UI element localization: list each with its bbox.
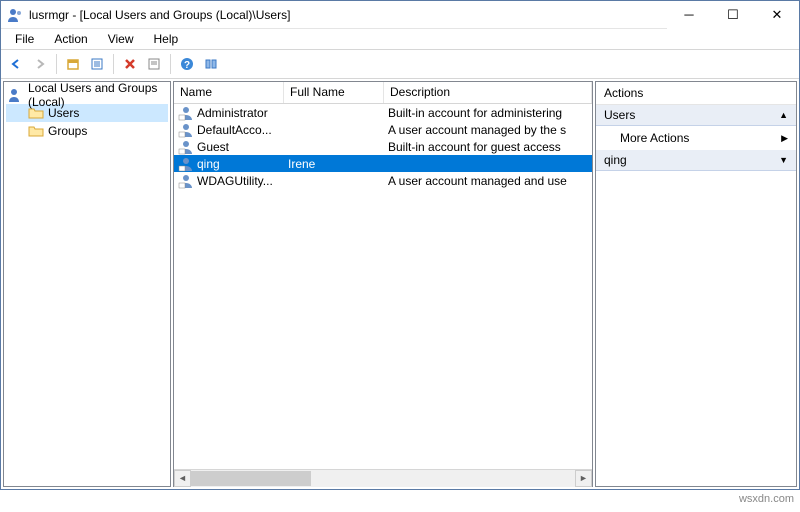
export-button[interactable] bbox=[143, 53, 165, 75]
toolbar-separator bbox=[56, 54, 57, 74]
watermark: wsxdn.com bbox=[739, 493, 794, 505]
tree-users-label: Users bbox=[48, 106, 79, 120]
users-groups-icon bbox=[8, 87, 24, 103]
menu-help[interactable]: Help bbox=[146, 30, 187, 48]
user-icon bbox=[178, 173, 194, 189]
cell-description: Built-in account for administering bbox=[384, 106, 592, 120]
actions-group-users[interactable]: Users ▲ bbox=[596, 105, 796, 126]
chevron-right-icon: ▶ bbox=[781, 133, 788, 144]
actions-group-selection[interactable]: qing ▼ bbox=[596, 150, 796, 171]
cell-description: A user account managed and use bbox=[384, 174, 592, 188]
table-row[interactable]: Guest Built-in account for guest access bbox=[174, 138, 592, 155]
tree-groups-label: Groups bbox=[48, 124, 87, 138]
cell-name: Guest bbox=[174, 139, 284, 155]
table-row[interactable]: Administrator Built-in account for admini… bbox=[174, 104, 592, 121]
list-rows[interactable]: Administrator Built-in account for admini… bbox=[174, 104, 592, 469]
window-title: lusrmgr - [Local Users and Groups (Local… bbox=[29, 8, 667, 22]
cell-name: Administrator bbox=[174, 105, 284, 121]
actions-group-users-label: Users bbox=[604, 108, 635, 122]
new-button[interactable] bbox=[62, 53, 84, 75]
actions-panel: Actions Users ▲ More Actions ▶ qing ▼ bbox=[595, 81, 797, 487]
table-row[interactable]: DefaultAcco... A user account managed by … bbox=[174, 121, 592, 138]
cell-description: A user account managed by the s bbox=[384, 123, 592, 137]
scroll-right-button[interactable]: ► bbox=[575, 470, 592, 487]
forward-button[interactable] bbox=[29, 53, 51, 75]
cell-name: qing bbox=[174, 156, 284, 172]
list-header: Name Full Name Description bbox=[174, 82, 592, 104]
app-icon bbox=[7, 7, 23, 23]
maximize-button[interactable]: ☐ bbox=[711, 1, 755, 29]
col-name[interactable]: Name bbox=[174, 82, 284, 103]
menubar: File Action View Help bbox=[1, 29, 799, 49]
table-row[interactable]: qingIrene bbox=[174, 155, 592, 172]
actions-more[interactable]: More Actions ▶ bbox=[596, 126, 796, 150]
actions-more-label: More Actions bbox=[620, 131, 689, 145]
cell-fullname: Irene bbox=[284, 157, 384, 171]
scroll-left-button[interactable]: ◄ bbox=[174, 470, 191, 487]
user-icon bbox=[178, 156, 194, 172]
toolbar-separator bbox=[170, 54, 171, 74]
cell-description: Built-in account for guest access bbox=[384, 140, 592, 154]
tree-root-label: Local Users and Groups (Local) bbox=[28, 81, 168, 109]
scroll-thumb[interactable] bbox=[191, 471, 311, 486]
list-panel: Name Full Name Description Administrator… bbox=[173, 81, 593, 487]
svg-text:?: ? bbox=[184, 60, 190, 71]
back-button[interactable] bbox=[5, 53, 27, 75]
body: Local Users and Groups (Local) Users Gro… bbox=[1, 79, 799, 489]
cell-name: WDAGUtility... bbox=[174, 173, 284, 189]
titlebar: lusrmgr - [Local Users and Groups (Local… bbox=[1, 1, 799, 29]
refresh-columns-button[interactable] bbox=[200, 53, 222, 75]
collapse-icon: ▲ bbox=[779, 110, 788, 120]
toolbar: ? bbox=[1, 49, 799, 79]
actions-group-selection-label: qing bbox=[604, 153, 627, 167]
folder-icon bbox=[28, 123, 44, 139]
menu-view[interactable]: View bbox=[100, 30, 142, 48]
window-controls: ─ ☐ ✕ bbox=[667, 1, 799, 29]
minimize-button[interactable]: ─ bbox=[667, 1, 711, 29]
col-fullname[interactable]: Full Name bbox=[284, 82, 384, 103]
actions-title: Actions bbox=[596, 82, 796, 105]
tree-panel[interactable]: Local Users and Groups (Local) Users Gro… bbox=[3, 81, 171, 487]
table-row[interactable]: WDAGUtility... A user account managed and… bbox=[174, 172, 592, 189]
tree-root[interactable]: Local Users and Groups (Local) bbox=[6, 86, 168, 104]
toolbar-separator bbox=[113, 54, 114, 74]
user-icon bbox=[178, 122, 194, 138]
expand-icon: ▼ bbox=[779, 155, 788, 165]
close-button[interactable]: ✕ bbox=[755, 1, 799, 29]
delete-button[interactable] bbox=[119, 53, 141, 75]
user-icon bbox=[178, 139, 194, 155]
menu-action[interactable]: Action bbox=[46, 30, 95, 48]
scroll-track[interactable] bbox=[191, 470, 575, 487]
horizontal-scrollbar[interactable]: ◄ ► bbox=[174, 469, 592, 486]
properties-button[interactable] bbox=[86, 53, 108, 75]
tree-groups[interactable]: Groups bbox=[6, 122, 168, 140]
col-description[interactable]: Description bbox=[384, 82, 592, 103]
help-button[interactable]: ? bbox=[176, 53, 198, 75]
app-window: lusrmgr - [Local Users and Groups (Local… bbox=[0, 0, 800, 490]
cell-name: DefaultAcco... bbox=[174, 122, 284, 138]
user-icon bbox=[178, 105, 194, 121]
menu-file[interactable]: File bbox=[7, 30, 42, 48]
folder-open-icon bbox=[28, 105, 44, 121]
